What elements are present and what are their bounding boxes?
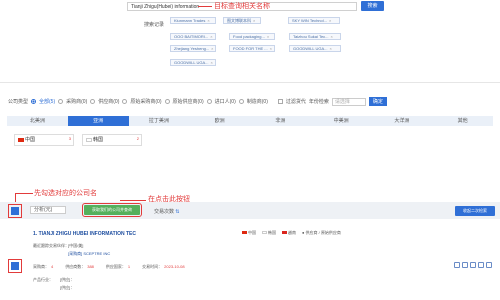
share-icon[interactable]	[478, 262, 484, 268]
tab-north-america[interactable]: 北美洲	[7, 116, 68, 126]
korea-flag-icon	[262, 231, 267, 235]
lock-icon[interactable]	[454, 262, 460, 268]
confirm-button[interactable]: 确定	[368, 97, 387, 106]
history-chip[interactable]: Kiunmann Trades ×	[170, 17, 216, 24]
product-value: [供应]：	[60, 277, 75, 282]
country-card-china[interactable]: 中国 3	[14, 134, 74, 146]
copy-icon[interactable]	[462, 262, 468, 268]
history-chip[interactable]: SKY WIN Technol... ×	[288, 17, 340, 24]
annotation-arrow	[120, 200, 146, 201]
radio-label: 采购商(0)	[66, 99, 88, 105]
radio-label: 原始采购商(0)	[130, 99, 162, 105]
korea-flag-icon	[86, 138, 92, 142]
select-all-checkbox[interactable]	[8, 204, 22, 218]
radio-label: 进口人(0)	[214, 99, 236, 105]
trade-partner-label: 最近跟踪交易伙伴：	[33, 243, 69, 248]
radio-manufacturer[interactable]	[238, 99, 244, 104]
radio-original-buyer[interactable]	[122, 99, 128, 104]
tab-africa[interactable]: 非洲	[250, 116, 311, 126]
sort-arrows-icon: ⇅	[175, 209, 180, 215]
tab-central-america[interactable]: 中美洲	[311, 116, 372, 126]
history-chip[interactable]: OOO BAITIMORI... ×	[170, 33, 216, 40]
export-icon[interactable]	[470, 262, 476, 268]
checkbox-label: 过滤货代	[285, 99, 306, 105]
history-chip[interactable]: 图文博联本科 ×	[223, 17, 261, 24]
company-tags: 中国 韩国 越南 ● 供应商 / 原始供应商	[242, 230, 341, 236]
search-annotation: 目标查询相关名称	[214, 3, 270, 10]
export-company-button[interactable]: 获取我们的公司并查询	[82, 203, 142, 217]
role-tag: ● 供应商 / 原始供应商	[302, 230, 341, 235]
more-icon[interactable]	[486, 262, 492, 268]
radio-label: 原始供应商(0)	[172, 99, 204, 105]
country-card-korea[interactable]: 韩国 2	[82, 134, 142, 146]
history-chip[interactable]: FOOD FOR THE ... ×	[229, 45, 275, 52]
collapse-second-search-button[interactable]: 收起二次检索	[455, 206, 495, 216]
search-button[interactable]: 搜索	[361, 1, 384, 11]
search-history-label: 搜索记录	[144, 22, 165, 28]
history-chip[interactable]: Food packaging... ×	[229, 33, 275, 40]
radio-supplier[interactable]	[90, 99, 96, 104]
history-chip[interactable]: Taizhou Sukai Tec... ×	[289, 33, 341, 40]
tab-latin-america[interactable]: 拉丁美洲	[129, 116, 190, 126]
tab-other[interactable]: 其他	[432, 116, 493, 126]
company-title[interactable]: 1. TIANJI ZHIGU HUBEI INFORMATION TEC	[33, 231, 136, 237]
china-flag-icon	[18, 138, 24, 142]
china-flag-icon	[242, 231, 247, 235]
tab-europe[interactable]: 欧洲	[189, 116, 250, 126]
radio-label: 供应商(0)	[98, 99, 120, 105]
history-chip[interactable]: Zhejiang Yesheng... ×	[170, 45, 216, 52]
year-select[interactable]: 请选择	[331, 97, 366, 106]
select-company-annotation: 先勾选对应的公司名	[34, 190, 97, 197]
radio-original-supplier[interactable]	[164, 99, 170, 104]
results-toolbar	[0, 202, 500, 219]
history-chip[interactable]: GOODWILL UGA... ×	[289, 45, 341, 52]
tab-asia[interactable]: 亚洲	[67, 116, 129, 126]
radio-buyer[interactable]	[58, 99, 64, 104]
radio-all[interactable]	[31, 99, 37, 104]
filter-label: 公司类型	[8, 99, 29, 105]
company-stats: 采购商： 4 供应商数： 388 供应国家： 1 交易时间： 2023-10-08	[33, 264, 185, 269]
trade-partner-line: [中国/美]	[68, 243, 84, 248]
tab-oceania[interactable]: 大洋洲	[372, 116, 433, 126]
radio-label: 制造商(0)	[246, 99, 268, 105]
radio-label: 全部(5)	[39, 99, 56, 105]
divider	[0, 82, 500, 83]
annotation-arrow	[198, 6, 212, 7]
sort-select[interactable]: 分析(元)	[30, 206, 66, 214]
vietnam-flag-icon	[282, 231, 287, 235]
annotation-arrow	[15, 193, 33, 194]
region-tabs: 北美洲 亚洲 拉丁美洲 欧洲 非洲 中美洲 大洋洲 其他	[7, 116, 493, 126]
filter-forwarder-checkbox[interactable]	[277, 99, 283, 104]
company-row-checkbox[interactable]	[8, 259, 22, 273]
product-value: [供应]：	[60, 285, 75, 290]
trade-partner-line[interactable]: [采购商] SCEPTRE INC	[68, 251, 110, 257]
trade-times-sort[interactable]: 交易次数 ⇅	[154, 208, 180, 215]
year-label: 年份检索	[308, 99, 329, 105]
history-chip[interactable]: GOODWILL UGA... ×	[170, 59, 216, 66]
row-actions	[454, 262, 492, 268]
radio-importer[interactable]	[206, 99, 212, 104]
company-type-filter: 公司类型 全部(5) 采购商(0) 供应商(0) 原始采购商(0) 原始供应商(…	[8, 97, 387, 106]
product-label: 产品行业：	[33, 277, 53, 282]
